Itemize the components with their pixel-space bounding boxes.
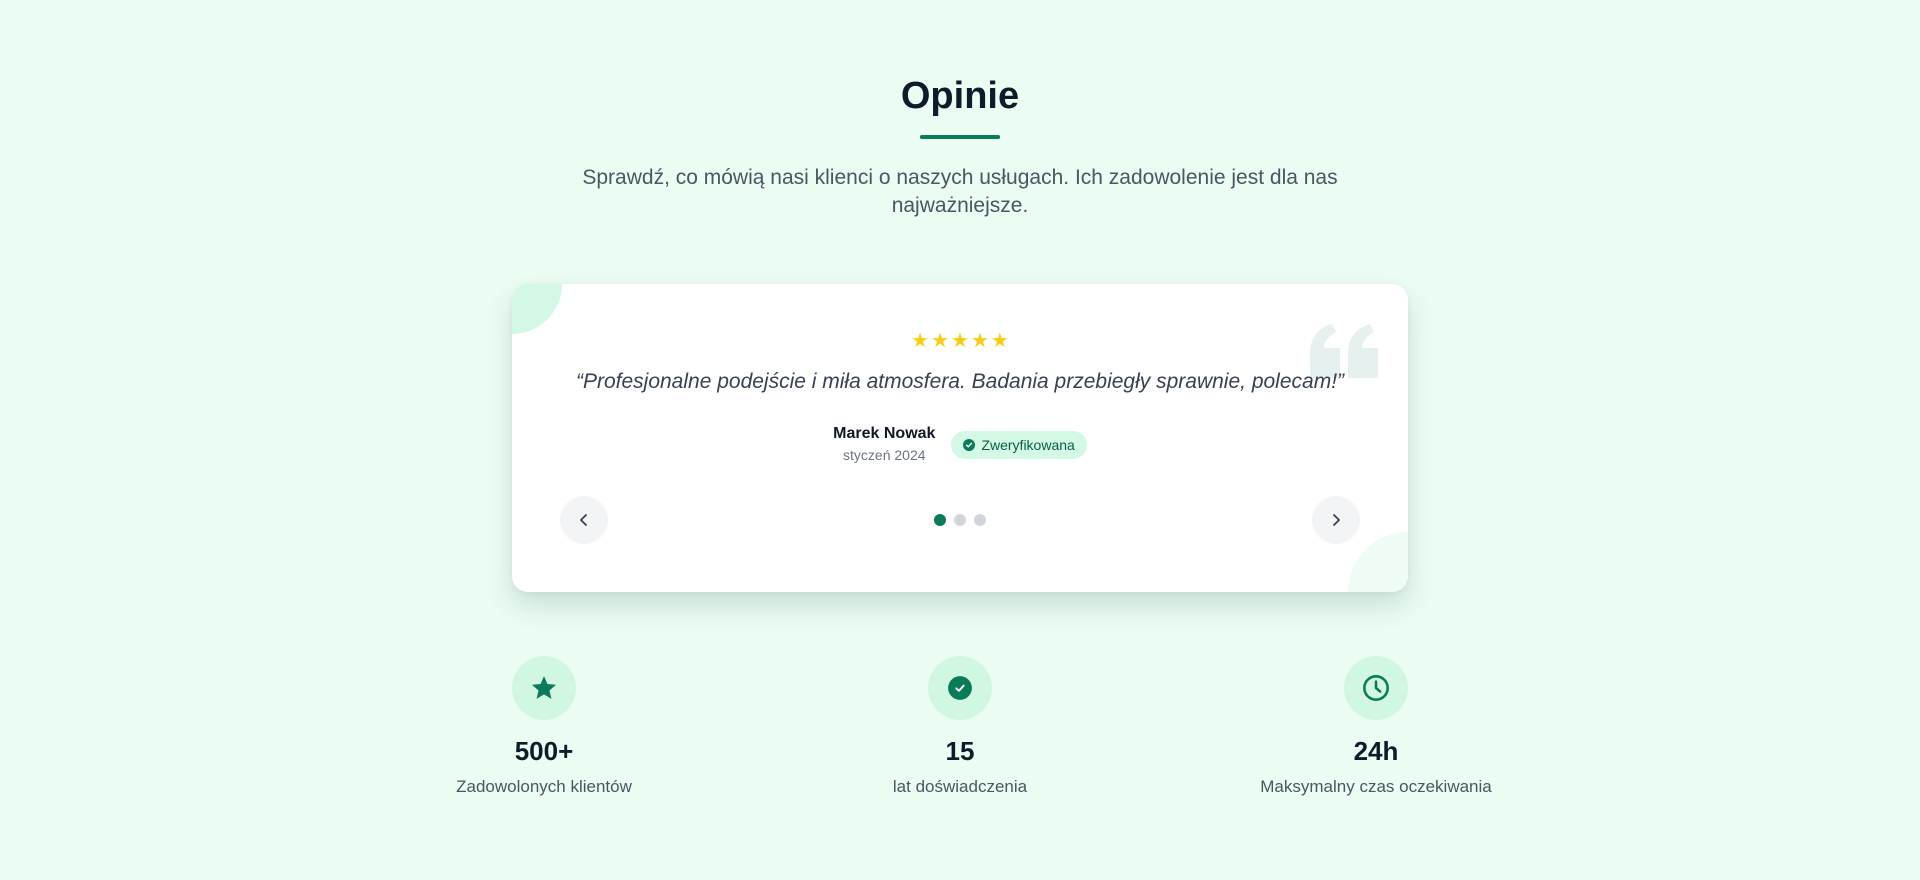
- stat-max-wait-time: 24h Maksymalny czas oczekiwania: [1216, 656, 1536, 798]
- verified-badge: Zweryfikowana: [951, 430, 1087, 459]
- stat-label: Zadowolonych klientów: [456, 777, 632, 796]
- stat-icon-circle: [512, 656, 576, 720]
- testimonial-quote: “Profesjonalne podejście i miła atmosfer…: [575, 370, 1345, 393]
- section-subtitle: Sprawdź, co mówią nasi klienci o naszych…: [582, 166, 1338, 217]
- chevron-right-icon: [1333, 514, 1340, 526]
- carousel-dot-2[interactable]: [954, 514, 966, 526]
- verified-badge-label: Zweryfikowana: [981, 436, 1075, 453]
- section-title: Opinie: [900, 75, 1020, 117]
- author-info: Marek Nowak styczeń 2024: [833, 424, 935, 465]
- title-underline: [920, 135, 1000, 139]
- stat-icon-circle: [1344, 656, 1408, 720]
- stat-satisfied-clients: 500+ Zadowolonych klientów: [384, 656, 704, 798]
- testimonial-card: ★ ★ ★ ★ ★ “Profesjonalne podejście i mił…: [512, 284, 1408, 592]
- star-icon: ★: [970, 330, 989, 352]
- clock-icon: [1363, 675, 1389, 701]
- review-date: styczeń 2024: [843, 447, 926, 463]
- stat-label: Maksymalny czas oczekiwania: [1260, 777, 1492, 796]
- star-icon: ★: [990, 330, 1009, 352]
- stat-years-experience: 15 lat doświadczenia: [800, 656, 1120, 798]
- star-icon: ★: [931, 330, 950, 352]
- stat-value: 24h: [1353, 736, 1399, 766]
- stat-label: lat doświadczenia: [892, 777, 1028, 796]
- testimonials-section: Opinie Sprawdź, co mówią nasi klienci o …: [0, 0, 1920, 880]
- check-circle-icon: [948, 676, 972, 700]
- stat-value: 500+: [514, 736, 574, 766]
- stat-icon-circle: [928, 656, 992, 720]
- stat-value: 15: [945, 736, 975, 766]
- corner-decoration-bottom-right: [1348, 532, 1408, 592]
- author-name: Marek Nowak: [833, 425, 936, 442]
- star-icon: [531, 676, 557, 699]
- author-block: Marek Nowak styczeń 2024 Zweryfikowana: [512, 424, 1408, 465]
- star-icon: ★: [951, 330, 969, 352]
- star-icon: ★: [911, 330, 930, 352]
- carousel-dot-3[interactable]: [974, 514, 986, 526]
- next-button[interactable]: [1312, 496, 1360, 544]
- verified-check-icon: [963, 438, 976, 451]
- rating-stars: ★ ★ ★ ★ ★: [512, 331, 1408, 351]
- carousel-dot-1[interactable]: [934, 514, 946, 526]
- corner-decoration-top-left: [512, 284, 562, 334]
- carousel-dots: [512, 514, 1408, 526]
